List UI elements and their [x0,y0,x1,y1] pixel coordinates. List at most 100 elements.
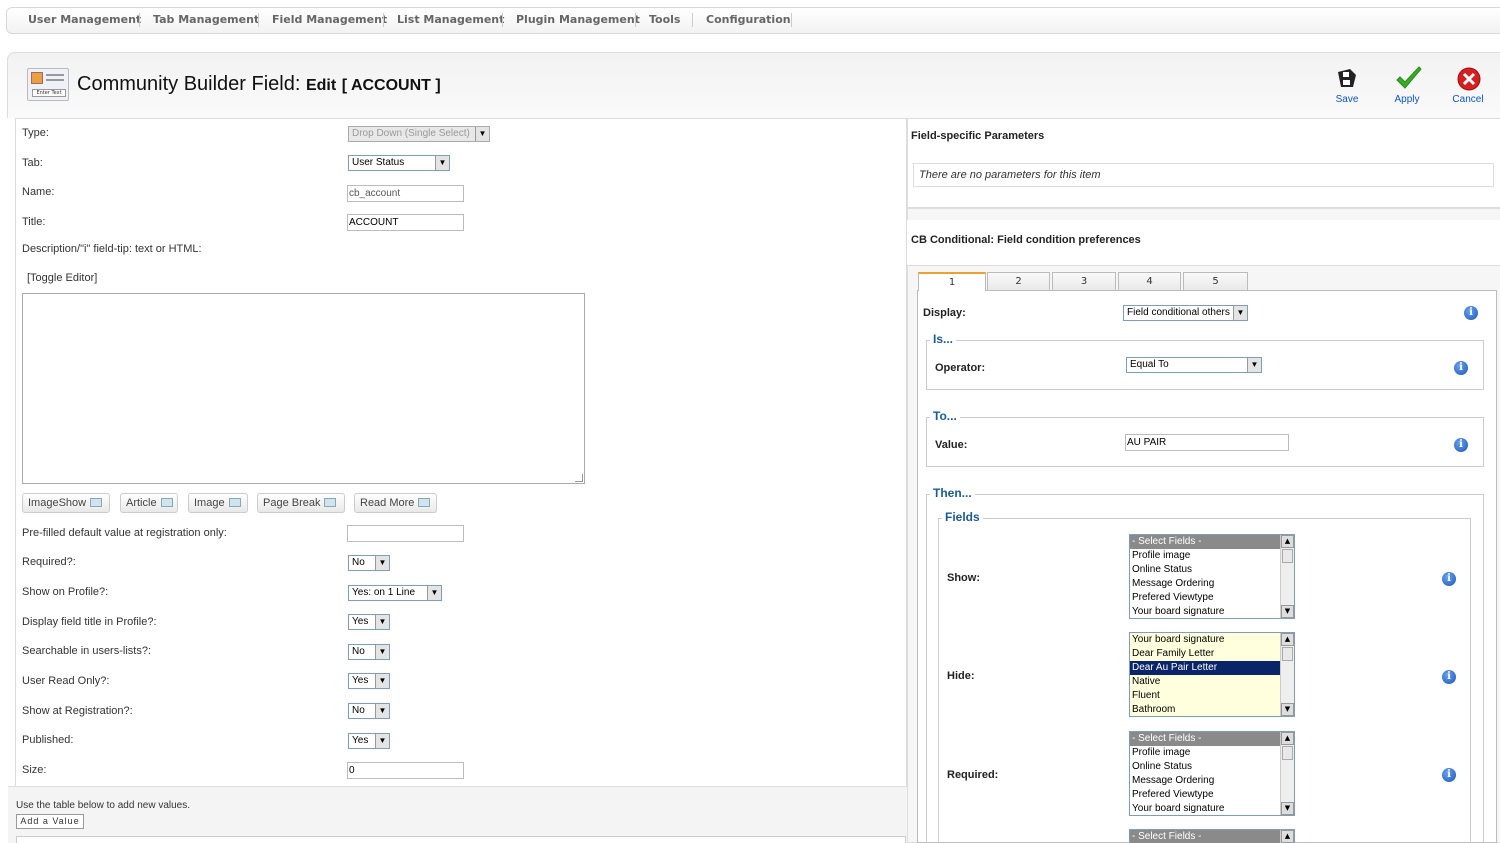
description-editor[interactable] [22,293,585,484]
apply-label: Apply [1394,94,1420,105]
nav-list-management[interactable]: List Management [397,7,504,32]
chevron-down-icon: ▼ [375,615,389,629]
show-registration-label: Show at Registration?: [22,705,133,717]
list-option[interactable]: Online Status [1130,760,1281,774]
tab-1[interactable]: 1 [918,272,986,291]
name-input[interactable]: cb_account [347,185,464,202]
list-option[interactable]: Online Status [1130,563,1281,577]
scroll-up-icon[interactable]: ▲ [1281,535,1294,548]
scrollbar[interactable]: ▲ ▼ [1280,535,1294,618]
add-value-button[interactable]: Add a Value [16,814,84,829]
tab-5[interactable]: 5 [1183,272,1248,290]
value-input[interactable]: AU PAIR [1125,434,1289,451]
list-option[interactable]: Profile image [1130,549,1281,563]
scroll-up-icon[interactable]: ▲ [1281,830,1294,843]
info-icon[interactable]: i [1464,306,1478,320]
list-option[interactable]: Message Ordering [1130,774,1281,788]
tab-4[interactable]: 4 [1118,272,1181,290]
nav-separator [791,13,792,27]
nav-configuration[interactable]: Configuration [706,7,791,32]
list-option-selected[interactable]: Dear Au Pair Letter [1130,661,1281,675]
hide-fields-listbox[interactable]: Your board signature Dear Family Letter … [1129,632,1295,717]
info-icon[interactable]: i [1442,670,1456,684]
nav-tab-management[interactable]: Tab Management [153,7,259,32]
chevron-down-icon: ▼ [1233,306,1247,320]
tab-select[interactable]: User Status ▼ [348,155,450,171]
list-option[interactable]: Your board signature [1130,633,1281,647]
info-icon[interactable]: i [1454,361,1468,375]
scroll-thumb[interactable] [1282,647,1293,661]
scrollbar[interactable]: ▲ [1280,830,1294,843]
operator-select[interactable]: Equal To ▼ [1126,357,1262,373]
show-fields-listbox[interactable]: - Select Fields - Profile image Online S… [1129,534,1295,619]
scroll-thumb[interactable] [1282,549,1293,563]
chevron-down-icon: ▼ [375,556,389,570]
image-button[interactable]: Image [188,493,248,513]
required-fields-listbox[interactable]: - Select Fields - Profile image Online S… [1129,731,1295,816]
scroll-down-icon[interactable]: ▼ [1281,802,1294,815]
searchable-select[interactable]: No ▼ [348,644,390,660]
read-more-icon [418,498,431,507]
read-more-button[interactable]: Read More [354,493,437,513]
info-icon[interactable]: i [1442,572,1456,586]
nav-user-management[interactable]: User Management [28,7,141,32]
show-profile-select[interactable]: Yes: on 1 Line ▼ [348,585,442,601]
article-button[interactable]: Article [120,493,178,513]
list-option[interactable]: Bathroom [1130,703,1281,716]
list-option[interactable]: Native [1130,675,1281,689]
scrollbar[interactable]: ▲ ▼ [1280,732,1294,815]
required-label: Required?: [22,556,76,568]
page-break-button[interactable]: Page Break [257,493,345,513]
list-option[interactable]: Dear Family Letter [1130,647,1281,661]
scrollbar[interactable]: ▲ ▼ [1280,633,1294,716]
cancel-button[interactable]: Cancel [1443,62,1493,110]
hide-label: Hide: [947,670,975,682]
searchable-label: Searchable in users-lists?: [22,645,152,657]
resize-handle[interactable] [575,474,583,482]
type-select: Drop Down (Single Select) ▼ [348,126,490,142]
required-select[interactable]: No ▼ [348,555,390,571]
scroll-down-icon[interactable]: ▼ [1281,703,1294,716]
chevron-down-icon: ▼ [475,127,489,141]
list-option[interactable]: Your board signature [1130,802,1281,815]
published-select[interactable]: Yes ▼ [348,733,390,749]
list-option[interactable]: Your board signature [1130,605,1281,618]
nav-tools[interactable]: Tools [649,7,680,32]
display-title-select[interactable]: Yes ▼ [348,614,390,630]
toggle-editor-link[interactable]: [Toggle Editor] [27,272,97,284]
list-option[interactable]: - Select Fields - [1130,830,1281,843]
optional-fields-listbox[interactable]: - Select Fields - ▲ [1129,829,1295,843]
scroll-down-icon[interactable]: ▼ [1281,605,1294,618]
list-option[interactable]: Prefered Viewtype [1130,788,1281,802]
field-icon-label: Enter Text [32,89,66,97]
show-registration-select[interactable]: No ▼ [348,703,390,719]
size-input[interactable]: 0 [347,762,464,779]
prefilled-input[interactable] [347,525,464,542]
list-option[interactable]: Prefered Viewtype [1130,591,1281,605]
list-option[interactable]: - Select Fields - [1130,535,1281,549]
save-label: Save [1335,94,1359,105]
scroll-thumb[interactable] [1282,746,1293,760]
info-icon[interactable]: i [1442,768,1456,782]
then-legend: Then... [930,486,975,500]
list-option[interactable]: - Select Fields - [1130,732,1281,746]
save-button[interactable]: Save [1322,62,1372,110]
nav-separator [502,13,503,27]
list-option[interactable]: Message Ordering [1130,577,1281,591]
imageshow-button[interactable]: ImageShow [22,493,110,513]
chevron-down-icon: ▼ [375,734,389,748]
list-option[interactable]: Profile image [1130,746,1281,760]
nav-field-management[interactable]: Field Management [272,7,387,32]
scroll-up-icon[interactable]: ▲ [1281,732,1294,745]
chevron-down-icon: ▼ [375,704,389,718]
title-input[interactable]: ACCOUNT [347,214,464,231]
nav-plugin-management[interactable]: Plugin Management [516,7,640,32]
info-icon[interactable]: i [1454,438,1468,452]
display-select[interactable]: Field conditional others ▼ [1123,305,1248,321]
read-only-select[interactable]: Yes ▼ [348,673,390,689]
apply-button[interactable]: Apply [1382,62,1432,110]
tab-3[interactable]: 3 [1052,272,1116,290]
list-option[interactable]: Fluent [1130,689,1281,703]
scroll-up-icon[interactable]: ▲ [1281,633,1294,646]
tab-2[interactable]: 2 [987,272,1050,290]
